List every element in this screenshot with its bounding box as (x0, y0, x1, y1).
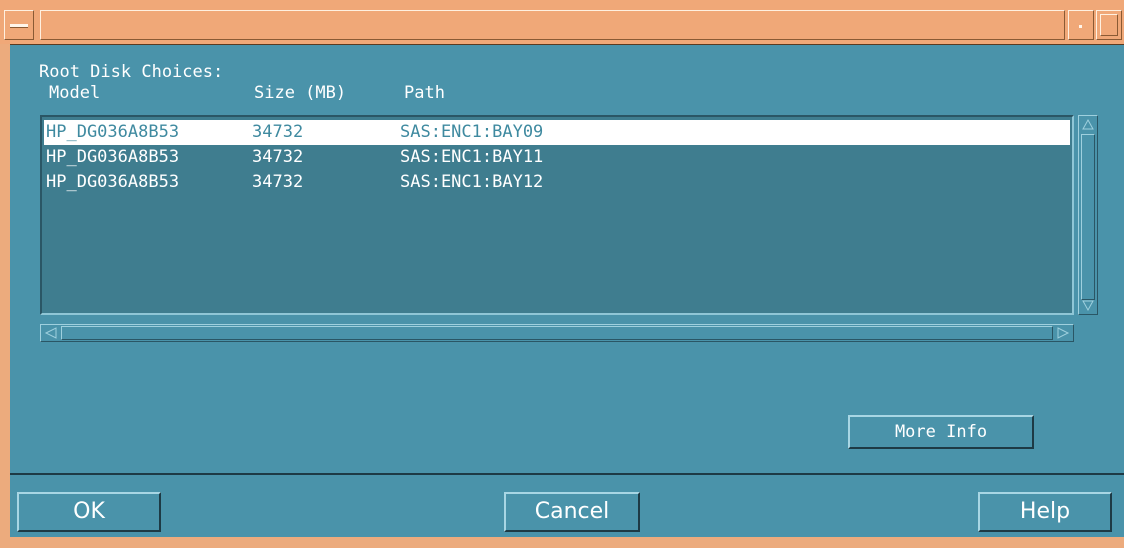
dialog-client-area: Root Disk Choices: Model Size (MB) Path … (10, 45, 1124, 537)
disk-size: 34732 (252, 147, 304, 167)
arrow-down-icon[interactable] (1081, 298, 1095, 312)
window-border-bottom (0, 537, 1124, 548)
disk-model: HP_DG036A8B53 (46, 122, 180, 142)
disk-list-item[interactable]: HP_DG036A8B53 34732 SAS:ENC1:BAY09 (44, 120, 1070, 145)
minimize-button[interactable] (1068, 10, 1094, 40)
minimize-icon (1079, 25, 1082, 28)
vertical-scroll-thumb[interactable] (1081, 134, 1095, 300)
dialog-window: Root Disk Choices: Model Size (MB) Path … (0, 0, 1124, 548)
arrow-up-icon[interactable] (1081, 118, 1095, 132)
column-header-model: Model (49, 83, 101, 103)
content-panel: Root Disk Choices: Model Size (MB) Path … (10, 45, 1124, 473)
window-menu-icon (10, 24, 28, 28)
maximize-icon (1100, 14, 1118, 36)
window-menu-button[interactable] (4, 10, 34, 40)
disk-list-item[interactable]: HP_DG036A8B53 34732 SAS:ENC1:BAY12 (44, 170, 1070, 195)
arrow-left-icon[interactable] (43, 326, 59, 340)
help-button[interactable]: Help (978, 492, 1112, 532)
disk-size: 34732 (252, 172, 304, 192)
disk-model: HP_DG036A8B53 (46, 172, 180, 192)
column-header-path: Path (404, 83, 445, 103)
title-bar[interactable] (0, 0, 1124, 45)
disk-path: SAS:ENC1:BAY11 (400, 147, 544, 167)
vertical-scrollbar[interactable] (1078, 115, 1098, 315)
cancel-button[interactable]: Cancel (504, 492, 640, 532)
more-info-button[interactable]: More Info (848, 415, 1034, 449)
ok-button[interactable]: OK (17, 492, 161, 532)
arrow-right-icon[interactable] (1055, 326, 1071, 340)
disk-path: SAS:ENC1:BAY12 (400, 172, 544, 192)
horizontal-scrollbar[interactable] (40, 324, 1074, 342)
disk-path: SAS:ENC1:BAY09 (400, 122, 544, 142)
disk-list-item[interactable]: HP_DG036A8B53 34732 SAS:ENC1:BAY11 (44, 145, 1070, 170)
disk-model: HP_DG036A8B53 (46, 147, 180, 167)
maximize-button[interactable] (1096, 10, 1122, 40)
horizontal-scroll-thumb[interactable] (61, 326, 1053, 340)
disk-size: 34732 (252, 122, 304, 142)
column-header-size: Size (MB) (254, 83, 347, 103)
disk-list[interactable]: HP_DG036A8B53 34732 SAS:ENC1:BAY09 HP_DG… (40, 115, 1074, 315)
window-border-left (0, 44, 10, 538)
section-title: Root Disk Choices: (39, 62, 224, 82)
window-title[interactable] (40, 10, 1065, 40)
